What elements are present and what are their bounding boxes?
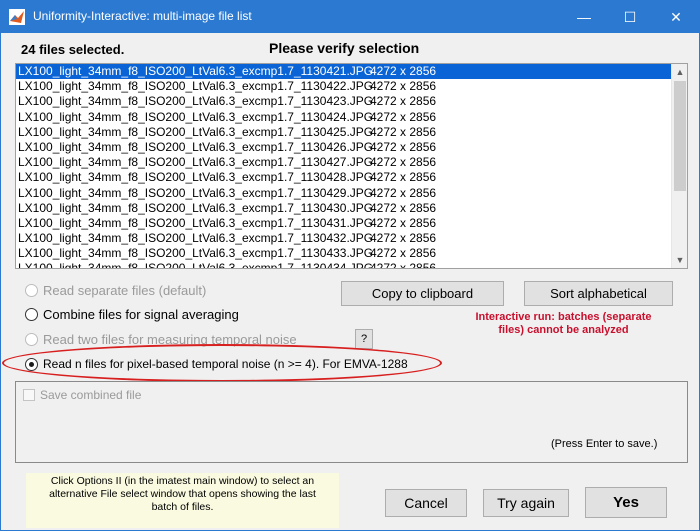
file-name: LX100_light_34mm_f8_ISO200_LtVal6.3_excm… [18,94,374,109]
file-dimensions: 4272 x 2856 [370,170,437,185]
radio-combine-control[interactable] [25,307,38,321]
scroll-down-icon[interactable]: ▼ [672,252,687,268]
info-note-line-3: batch of files. [151,501,214,513]
batch-warning-line-2: files) cannot be analyzed [498,324,629,336]
sort-alphabetical-button[interactable]: Sort alphabetical [524,281,673,306]
radio-combine-label: Combine files for signal averaging [43,306,239,322]
try-again-button[interactable]: Try again [483,489,569,517]
info-note: Click Options II (in the imatest main wi… [26,473,339,528]
batch-warning: Interactive run: batches (separate files… [441,311,686,337]
file-list-item[interactable]: LX100_light_34mm_f8_ISO200_LtVal6.3_excm… [16,216,671,231]
file-dimensions: 4272 x 2856 [370,185,437,200]
cancel-button[interactable]: Cancel [385,489,467,517]
title-bar: Uniformity-Interactive: multi-image file… [1,1,699,33]
maximize-button[interactable]: ☐ [607,1,653,33]
file-dimensions: 4272 x 2856 [370,200,437,215]
highlight-annotation [2,344,442,382]
file-dimensions: 4272 x 2856 [370,261,436,268]
save-combined-label: Save combined file [40,388,142,402]
file-name: LX100_light_34mm_f8_ISO200_LtVal6.3_excm… [18,124,374,139]
file-list: LX100_light_34mm_f8_ISO200_LtVal6.3_excm… [16,64,671,268]
press-enter-hint: (Press Enter to save.) [551,438,658,450]
radio-read-separate-control[interactable] [25,283,38,297]
file-list-item[interactable]: LX100_light_34mm_f8_ISO200_LtVal6.3_excm… [16,231,671,246]
save-combined-checkbox-row[interactable]: Save combined file [23,388,141,402]
file-dimensions: 4272 x 2856 [370,64,437,78]
info-note-line-1: Click Options II (in the imatest main wi… [50,475,315,487]
file-dimensions: 4272 x 2856 [370,246,437,261]
radio-read-two-control[interactable] [25,332,38,346]
file-list-item[interactable]: LX100_light_34mm_f8_ISO200_LtVal6.3_excm… [16,201,671,216]
maximize-icon: ☐ [623,8,637,25]
save-combined-checkbox[interactable] [23,389,35,401]
file-dimensions: 4272 x 2856 [370,139,437,154]
close-icon: ✕ [670,8,682,25]
file-dimensions: 4272 x 2856 [370,231,437,246]
yes-button[interactable]: Yes [585,487,667,518]
file-dimensions: 4272 x 2856 [370,215,437,230]
file-name: LX100_light_34mm_f8_ISO200_LtVal6.3_excm… [18,139,374,154]
file-list-item[interactable]: LX100_light_34mm_f8_ISO200_LtVal6.3_excm… [16,140,671,155]
vertical-scrollbar[interactable]: ▲ ▼ [671,64,687,268]
file-name: LX100_light_34mm_f8_ISO200_LtVal6.3_excm… [18,246,374,261]
file-name: LX100_light_34mm_f8_ISO200_LtVal6.3_excm… [18,185,374,200]
radio-read-separate[interactable]: Read separate files (default) [25,282,206,298]
file-dimensions: 4272 x 2856 [370,79,437,94]
file-list-item[interactable]: LX100_light_34mm_f8_ISO200_LtVal6.3_excm… [16,246,671,261]
batch-warning-line-1: Interactive run: batches (separate [475,311,652,323]
file-name: LX100_light_34mm_f8_ISO200_LtVal6.3_excm… [18,155,374,170]
file-name: LX100_light_34mm_f8_ISO200_LtVal6.3_excm… [18,64,374,78]
close-button[interactable]: ✕ [653,1,699,33]
file-name: LX100_light_34mm_f8_ISO200_LtVal6.3_excm… [18,261,373,268]
file-list-item[interactable]: LX100_light_34mm_f8_ISO200_LtVal6.3_excm… [16,94,671,109]
window-title: Uniformity-Interactive: multi-image file… [33,9,252,23]
file-name: LX100_light_34mm_f8_ISO200_LtVal6.3_excm… [18,170,374,185]
scroll-thumb[interactable] [674,81,686,191]
file-dimensions: 4272 x 2856 [370,124,437,139]
selected-count-label: 24 files selected. [21,42,125,57]
file-dimensions: 4272 x 2856 [370,155,437,170]
minimize-button[interactable]: — [561,1,607,33]
dialog-window: Uniformity-Interactive: multi-image file… [0,0,700,531]
file-dimensions: 4272 x 2856 [370,109,437,124]
file-list-item[interactable]: LX100_light_34mm_f8_ISO200_LtVal6.3_excm… [16,79,671,94]
file-list-item[interactable]: LX100_light_34mm_f8_ISO200_LtVal6.3_excm… [16,155,671,170]
scroll-up-icon[interactable]: ▲ [672,64,687,80]
file-list-item[interactable]: LX100_light_34mm_f8_ISO200_LtVal6.3_excm… [16,170,671,185]
verify-heading: Please verify selection [269,40,420,56]
file-list-item[interactable]: LX100_light_34mm_f8_ISO200_LtVal6.3_excm… [16,64,671,80]
file-name: LX100_light_34mm_f8_ISO200_LtVal6.3_excm… [18,79,374,94]
radio-read-separate-label: Read separate files (default) [43,282,207,298]
file-list-item[interactable]: LX100_light_34mm_f8_ISO200_LtVal6.3_excm… [16,110,671,125]
minimize-icon: — [577,9,591,25]
help-button[interactable]: ? [355,329,373,349]
file-name: LX100_light_34mm_f8_ISO200_LtVal6.3_excm… [18,109,374,124]
file-name: LX100_light_34mm_f8_ISO200_LtVal6.3_excm… [18,215,374,230]
file-name: LX100_light_34mm_f8_ISO200_LtVal6.3_excm… [18,200,374,215]
file-list-item[interactable]: LX100_light_34mm_f8_ISO200_LtVal6.3_excm… [16,186,671,201]
file-list-item[interactable]: LX100_light_34mm_f8_ISO200_LtVal6.3_excm… [16,261,671,268]
radio-combine[interactable]: Combine files for signal averaging [25,306,239,322]
file-listbox[interactable]: LX100_light_34mm_f8_ISO200_LtVal6.3_excm… [15,63,688,269]
matlab-logo-icon [9,9,25,25]
file-dimensions: 4272 x 2856 [370,94,437,109]
file-name: LX100_light_34mm_f8_ISO200_LtVal6.3_excm… [18,231,374,246]
copy-to-clipboard-button[interactable]: Copy to clipboard [341,281,504,306]
file-list-item[interactable]: LX100_light_34mm_f8_ISO200_LtVal6.3_excm… [16,125,671,140]
info-note-line-2: alternative File select window that open… [49,488,316,500]
